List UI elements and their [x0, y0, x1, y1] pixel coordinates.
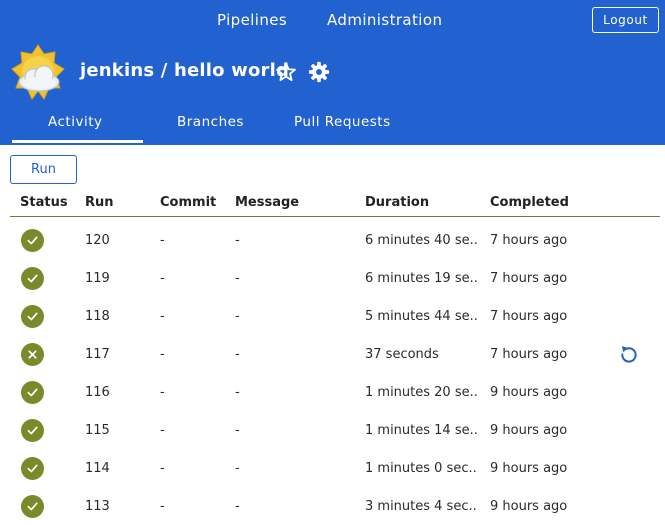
pipeline-title: jenkins / hello world	[80, 60, 290, 81]
column-header-message: Message	[235, 195, 300, 210]
replay-icon[interactable]	[618, 344, 638, 364]
table-row[interactable]: 118 - - 5 minutes 44 se... 7 hours ago	[0, 298, 665, 336]
column-header-status: Status	[20, 195, 68, 210]
message-cell: -	[235, 423, 240, 438]
message-cell: -	[235, 271, 240, 286]
column-header-commit: Commit	[160, 195, 217, 210]
run-number: 116	[85, 385, 110, 400]
duration-cell: 1 minutes 0 sec...	[365, 461, 478, 476]
commit-cell: -	[160, 423, 165, 438]
gear-icon[interactable]	[308, 61, 330, 83]
completed-cell: 9 hours ago	[490, 461, 568, 476]
weather-cloudy-sun-icon	[11, 44, 65, 100]
app-header: Pipelines Administration Logout jenkins …	[0, 0, 665, 145]
column-header-run: Run	[85, 195, 114, 210]
nav-administration[interactable]: Administration	[327, 11, 442, 29]
table-row[interactable]: 117 - - 37 seconds 7 hours ago	[0, 336, 665, 374]
message-cell: -	[235, 461, 240, 476]
duration-cell: 37 seconds	[365, 347, 439, 362]
commit-cell: -	[160, 385, 165, 400]
completed-cell: 7 hours ago	[490, 347, 568, 362]
status-success-icon	[21, 229, 44, 252]
run-number: 120	[85, 233, 110, 248]
column-header-completed: Completed	[490, 195, 569, 210]
run-number: 117	[85, 347, 110, 362]
column-header-duration: Duration	[365, 195, 430, 210]
message-cell: -	[235, 347, 240, 362]
message-cell: -	[235, 233, 240, 248]
tab-branches[interactable]: Branches	[177, 114, 244, 130]
status-aborted-icon	[21, 343, 44, 366]
status-success-icon	[21, 381, 44, 404]
message-cell: -	[235, 499, 240, 514]
completed-cell: 7 hours ago	[490, 271, 568, 286]
status-success-icon	[21, 267, 44, 290]
commit-cell: -	[160, 309, 165, 324]
table-row[interactable]: 120 - - 6 minutes 40 se... 7 hours ago	[0, 222, 665, 260]
tab-pull-requests[interactable]: Pull Requests	[294, 114, 391, 130]
star-outline-icon[interactable]	[275, 61, 297, 83]
table-row[interactable]: 114 - - 1 minutes 0 sec... 9 hours ago	[0, 450, 665, 488]
duration-cell: 5 minutes 44 se...	[365, 309, 478, 324]
active-tab-indicator	[12, 140, 143, 143]
message-cell: -	[235, 309, 240, 324]
run-number: 115	[85, 423, 110, 438]
commit-cell: -	[160, 233, 165, 248]
duration-cell: 1 minutes 14 se...	[365, 423, 478, 438]
run-number: 118	[85, 309, 110, 324]
table-row[interactable]: 113 - - 3 minutes 4 sec... 9 hours ago	[0, 488, 665, 525]
run-button[interactable]: Run	[10, 155, 77, 184]
completed-cell: 7 hours ago	[490, 233, 568, 248]
commit-cell: -	[160, 461, 165, 476]
completed-cell: 9 hours ago	[490, 423, 568, 438]
status-success-icon	[21, 495, 44, 518]
nav-pipelines[interactable]: Pipelines	[217, 11, 287, 29]
commit-cell: -	[160, 499, 165, 514]
run-number: 119	[85, 271, 110, 286]
run-number: 113	[85, 499, 110, 514]
table-row[interactable]: 119 - - 6 minutes 19 se... 7 hours ago	[0, 260, 665, 298]
completed-cell: 9 hours ago	[490, 385, 568, 400]
duration-cell: 3 minutes 4 sec...	[365, 499, 478, 514]
logout-button[interactable]: Logout	[592, 7, 659, 33]
message-cell: -	[235, 385, 240, 400]
duration-cell: 6 minutes 40 se...	[365, 233, 478, 248]
commit-cell: -	[160, 347, 165, 362]
run-number: 114	[85, 461, 110, 476]
table-row[interactable]: 115 - - 1 minutes 14 se... 9 hours ago	[0, 412, 665, 450]
status-success-icon	[21, 305, 44, 328]
duration-cell: 1 minutes 20 se...	[365, 385, 478, 400]
table-header-divider	[10, 216, 660, 217]
duration-cell: 6 minutes 19 se...	[365, 271, 478, 286]
completed-cell: 9 hours ago	[490, 499, 568, 514]
table-row[interactable]: 116 - - 1 minutes 20 se... 9 hours ago	[0, 374, 665, 412]
completed-cell: 7 hours ago	[490, 309, 568, 324]
tab-activity[interactable]: Activity	[48, 114, 103, 130]
commit-cell: -	[160, 271, 165, 286]
status-success-icon	[21, 419, 44, 442]
status-success-icon	[21, 457, 44, 480]
